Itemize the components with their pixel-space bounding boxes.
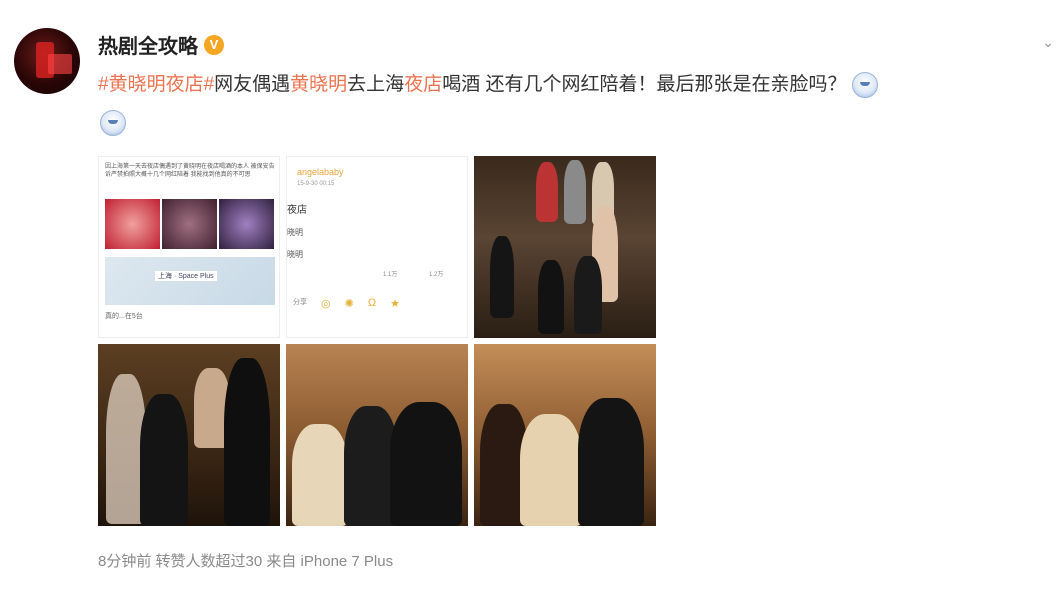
person-figure [536, 162, 558, 222]
content-text: 网友偶遇 [214, 74, 291, 95]
emoji-icon [100, 110, 126, 136]
person-figure [574, 256, 602, 334]
post-image-5[interactable] [286, 344, 468, 526]
share-label: 分享 [293, 299, 307, 306]
person-figure [390, 402, 462, 526]
person-figure [538, 260, 564, 334]
screenshot-username: angelababy [297, 167, 344, 177]
star-icon: ★ [390, 298, 400, 310]
content-text: 喝酒 还有几个网红陪着！最后那张是在亲脸吗？ [442, 74, 847, 95]
post-image-2[interactable]: angelababy 15-9-30 00:15 夜店 晓明 晓明 1.1万 1… [286, 156, 468, 338]
author-name[interactable]: 热剧全攻略 [98, 30, 198, 59]
screenshot-footer: 真的...在5台 [105, 313, 143, 320]
thumb-photo [219, 199, 274, 249]
wechat-icon: ◎ [321, 298, 331, 310]
screenshot-line: 晓明 [287, 250, 303, 259]
thumb-photo [105, 199, 160, 249]
screenshot-line: 晓明 [287, 228, 303, 237]
keyword-link[interactable]: 夜店 [404, 74, 442, 95]
screenshot-count: 1.1万 [383, 272, 398, 278]
screenshot-count: 1.2万 [429, 272, 444, 278]
person-figure [520, 414, 582, 526]
avatar-shape [48, 54, 72, 74]
person-figure [292, 424, 348, 526]
post-image-3[interactable] [474, 156, 656, 338]
post-image-4[interactable] [98, 344, 280, 526]
keyword-link[interactable]: 黄晓明 [290, 74, 347, 95]
thumb-photo [162, 199, 217, 249]
post-image-6[interactable] [474, 344, 656, 526]
post-meta: 8分钟前 转赞人数超过30 来自 iPhone 7 Plus [98, 550, 393, 571]
emoji-icon [852, 71, 879, 98]
screenshot-text: 因上海第一天去夜店偶遇到了黄晓明在夜店喝酒的本人 被保安告诉严禁拍照大概十几个网… [105, 164, 275, 178]
moments-icon: ✺ [344, 298, 354, 310]
chevron-down-icon[interactable]: ⌄ [1042, 34, 1054, 51]
share-row: 分享 ◎ ✺ Ω ★ [293, 297, 400, 310]
post-image-1[interactable]: 因上海第一天去夜店偶遇到了黄晓明在夜店喝酒的本人 被保安告诉严禁拍照大概十几个网… [98, 156, 280, 338]
post-time[interactable]: 8分钟前 [98, 553, 151, 570]
person-figure [224, 358, 270, 526]
map-thumbnail: 上海 · Space Plus [105, 257, 275, 305]
screenshot-tag: 夜店 [287, 205, 307, 216]
person-figure [578, 398, 644, 526]
verified-icon: V [204, 34, 224, 55]
author-name-row: 热剧全攻略 V [98, 30, 224, 59]
author-avatar[interactable] [14, 28, 80, 94]
post-source[interactable]: 来自 iPhone 7 Plus [266, 553, 393, 570]
map-label: 上海 · Space Plus [155, 271, 217, 281]
person-figure [140, 394, 188, 526]
hashtag-link[interactable]: #黄晓明夜店# [98, 74, 214, 95]
person-figure [564, 160, 586, 224]
screenshot-time: 15-9-30 00:15 [297, 181, 335, 187]
person-figure [490, 236, 514, 318]
repost-stats: 转赞人数超过30 [155, 553, 263, 570]
content-text: 去上海 [347, 74, 405, 95]
post-content: #黄晓明夜店#网友偶遇黄晓明去上海夜店喝酒 还有几个网红陪着！最后那张是在亲脸吗… [98, 70, 1048, 100]
qq-icon: Ω [367, 297, 377, 309]
